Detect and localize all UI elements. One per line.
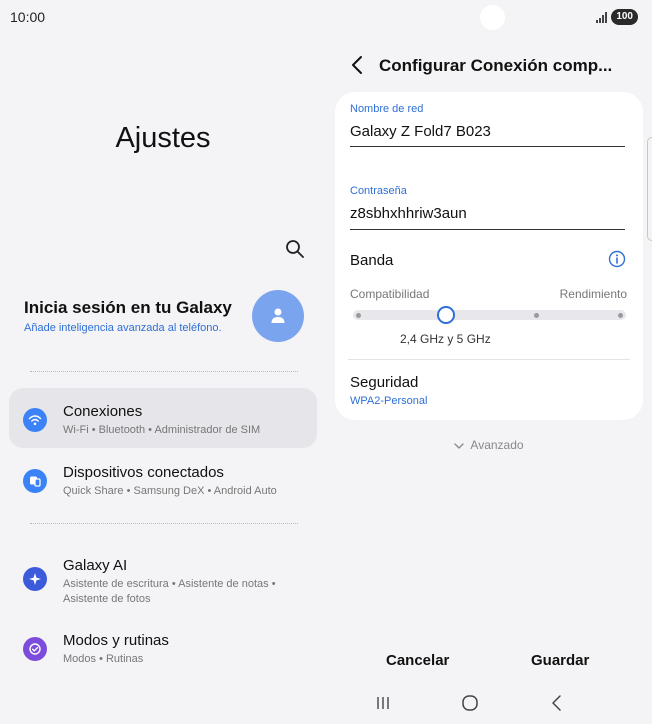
band-label: Banda [350,252,394,269]
security-value[interactable]: WPA2-Personal [350,395,427,407]
panel-resize-handle[interactable] [647,137,652,241]
hotspot-settings-card: Nombre de red Galaxy Z Fold7 B023 Contra… [335,92,643,420]
settings-item-title: Dispositivos conectados [63,464,224,481]
settings-item-title: Galaxy AI [63,557,128,574]
home-icon [462,695,478,711]
band-compat-label: Compatibilidad [350,287,430,301]
password-input[interactable]: z8sbhxhhriw3aun [350,205,467,222]
network-name-input[interactable]: Galaxy Z Fold7 B023 [350,123,491,140]
settings-item-subtitle: Quick Share • Samsung DeX • Android Auto [63,485,277,497]
slider-step [618,313,623,318]
divider [30,371,298,372]
search-icon [286,240,304,258]
nav-home-button[interactable] [458,692,482,714]
password-underline [350,229,625,230]
advanced-toggle[interactable]: Avanzado [326,438,652,452]
settings-item-subtitle: Wi-Fi • Bluetooth • Administrador de SIM [63,424,261,436]
nav-recents-button[interactable] [371,692,395,714]
back-icon [552,695,561,711]
account-signin-title[interactable]: Inicia sesión en tu Galaxy [24,298,232,318]
settings-item-galaxy-ai[interactable]: Galaxy AI Asistente de escritura • Asist… [9,542,317,612]
settings-item-title: Conexiones [63,403,143,420]
settings-item-title: Modos y rutinas [63,632,169,649]
search-button[interactable] [284,238,306,260]
settings-item-modos[interactable]: Modos y rutinas Modos • Rutinas [9,617,317,677]
chevron-down-icon [454,443,465,449]
chevron-left-icon [352,56,362,74]
hotspot-config-pane: Configurar Conexión comp... Nombre de re… [326,0,652,724]
sparkle-icon [23,567,47,591]
person-icon [271,308,285,323]
check-circle-icon [23,637,47,661]
password-label: Contraseña [350,185,407,197]
band-info-button[interactable] [608,250,626,268]
advanced-label: Avanzado [470,438,524,452]
band-value: 2,4 GHz y 5 GHz [400,332,491,346]
settings-item-dispositivos[interactable]: Dispositivos conectados Quick Share • Sa… [9,449,317,509]
band-performance-label: Rendimiento [559,287,627,301]
save-button[interactable]: Guardar [531,652,589,669]
divider [348,359,630,360]
security-label[interactable]: Seguridad [350,374,418,391]
page-title: Configurar Conexión comp... [379,56,613,75]
avatar[interactable] [252,290,304,342]
network-name-underline [350,146,625,147]
page-title: Ajustes [115,122,211,154]
band-slider[interactable] [353,306,626,324]
recents-icon [377,697,389,709]
settings-item-subtitle: Asistente de escritura • Asistente de no… [63,578,276,605]
settings-item-conexiones[interactable]: Conexiones Wi-Fi • Bluetooth • Administr… [9,388,317,448]
wifi-icon [23,408,47,432]
slider-step [356,313,361,318]
settings-item-subtitle: Modos • Rutinas [63,653,144,665]
slider-step [534,313,539,318]
devices-icon [23,469,47,493]
info-icon [608,250,626,268]
network-name-label: Nombre de red [350,103,424,115]
divider [30,523,298,524]
cancel-button[interactable]: Cancelar [386,652,449,669]
nav-back-button[interactable] [545,692,569,714]
slider-thumb[interactable] [437,306,455,324]
back-button[interactable] [348,54,368,76]
settings-pane: Ajustes Inicia sesión en tu Galaxy Añade… [0,0,326,724]
account-signin-subtitle[interactable]: Añade inteligencia avanzada al teléfono. [24,322,222,334]
